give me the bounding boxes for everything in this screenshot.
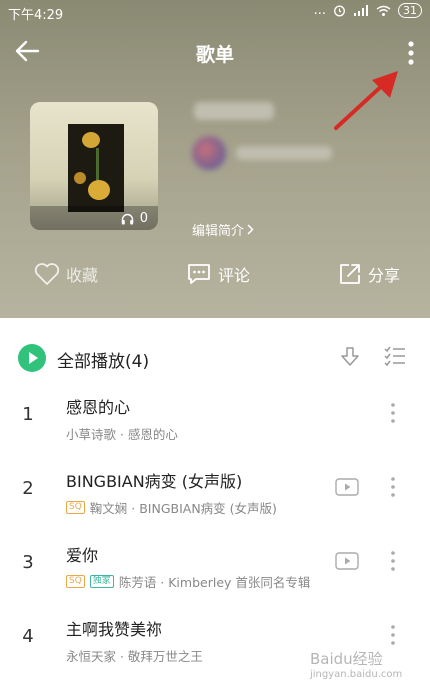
play-all-label[interactable]: 全部播放(4) <box>57 347 149 372</box>
exclusive-badge: 独家 <box>89 575 114 588</box>
cover-artwork <box>68 124 124 212</box>
song-row[interactable]: 2 BINGBIAN病变 (女声版) SQ 鞠文娴 · BINGBIAN病变 (… <box>0 456 430 530</box>
watermark-main: Baidu经验 <box>310 650 383 668</box>
baidu-watermark: Baidu经验 jingyan.baidu.com <box>310 648 402 680</box>
annotation-arrow-icon <box>334 71 398 130</box>
chevron-right-icon <box>247 224 254 235</box>
status-bar: 下午4:29 ... 31 <box>0 0 430 26</box>
action-bar: 收藏 评论 分享 <box>0 262 430 302</box>
song-title: BINGBIAN病变 (女声版) <box>66 472 243 491</box>
more-menu-icon[interactable] <box>404 38 418 68</box>
song-index: 3 <box>22 552 34 573</box>
song-subtitle: 小草诗歌 · 感恩的心 <box>66 424 178 443</box>
alarm-icon <box>334 5 345 17</box>
song-index: 2 <box>22 478 34 499</box>
comment-icon <box>188 264 210 284</box>
share-label: 分享 <box>368 266 401 285</box>
song-artist-album: 小草诗歌 · 感恩的心 <box>66 427 178 442</box>
sq-quality-badge: SQ <box>66 501 85 514</box>
sq-quality-badge: SQ <box>66 575 85 588</box>
song-index: 4 <box>22 626 34 647</box>
song-title: 感恩的心 <box>66 398 131 417</box>
playlist-header: 下午4:29 ... 31 歌单 0 编辑简介 收藏 评论 分享 <box>0 0 430 318</box>
song-artist-album: 鞠文娴 · BINGBIAN病变 (女声版) <box>89 501 277 516</box>
status-icons: ... 31 <box>314 3 422 18</box>
edit-intro-link[interactable]: 编辑简介 <box>192 220 254 239</box>
watermark-sub: jingyan.baidu.com <box>310 669 403 680</box>
song-title: 主啊我赞美祢 <box>66 620 163 639</box>
song-subtitle: SQ 独家 陈芳语 · Kimberley 首张同名专辑 <box>66 572 310 591</box>
creator-avatar-blurred[interactable] <box>192 136 226 170</box>
app-window: 下午4:29 ... 31 歌单 0 编辑简介 收藏 评论 分享 全部播放(4)… <box>0 0 430 699</box>
collect-button[interactable]: 收藏 <box>34 262 98 286</box>
multi-select-icon[interactable] <box>384 346 406 366</box>
signal-icon <box>354 4 368 16</box>
creator-name-blurred[interactable] <box>236 146 332 160</box>
song-more-icon[interactable] <box>387 474 399 500</box>
share-icon <box>340 264 360 284</box>
edit-intro-label: 编辑简介 <box>192 224 245 239</box>
page-title: 歌单 <box>195 44 234 66</box>
signal-dots: ... <box>313 3 326 18</box>
mv-play-icon[interactable] <box>335 552 359 570</box>
playlist-cover[interactable]: 0 <box>30 102 158 230</box>
song-row[interactable]: 1 感恩的心 小草诗歌 · 感恩的心 <box>0 382 430 456</box>
wifi-icon <box>376 5 391 16</box>
comment-label: 评论 <box>218 266 251 285</box>
song-list: 全部播放(4) 1 感恩的心 小草诗歌 · 感恩的心 2 BINGBIAN病变 … <box>0 318 430 699</box>
comment-button[interactable]: 评论 <box>186 262 250 286</box>
play-all-icon[interactable] <box>18 344 46 372</box>
song-subtitle: 永恒天家 · 敬拜万世之王 <box>66 646 203 665</box>
battery-indicator: 31 <box>398 3 422 18</box>
heart-icon <box>34 263 60 285</box>
song-more-icon[interactable] <box>387 548 399 574</box>
song-more-icon[interactable] <box>387 400 399 426</box>
song-subtitle: SQ 鞠文娴 · BINGBIAN病变 (女声版) <box>66 498 277 517</box>
song-title: 爱你 <box>66 546 99 565</box>
play-count-value: 0 <box>139 211 148 226</box>
song-artist-album: 永恒天家 · 敬拜万世之王 <box>66 649 203 664</box>
play-count: 0 <box>121 211 148 226</box>
download-icon[interactable] <box>340 346 360 368</box>
headphones-icon <box>121 213 133 224</box>
mv-play-icon[interactable] <box>335 478 359 496</box>
song-artist-album: 陈芳语 · Kimberley 首张同名专辑 <box>118 575 311 590</box>
collect-label: 收藏 <box>66 266 99 285</box>
share-button[interactable]: 分享 <box>338 262 400 286</box>
status-time: 下午4:29 <box>8 8 64 23</box>
playlist-name-blurred <box>194 102 274 120</box>
song-more-icon[interactable] <box>387 622 399 648</box>
song-index: 1 <box>22 404 34 425</box>
song-row[interactable]: 3 爱你 SQ 独家 陈芳语 · Kimberley 首张同名专辑 <box>0 530 430 604</box>
